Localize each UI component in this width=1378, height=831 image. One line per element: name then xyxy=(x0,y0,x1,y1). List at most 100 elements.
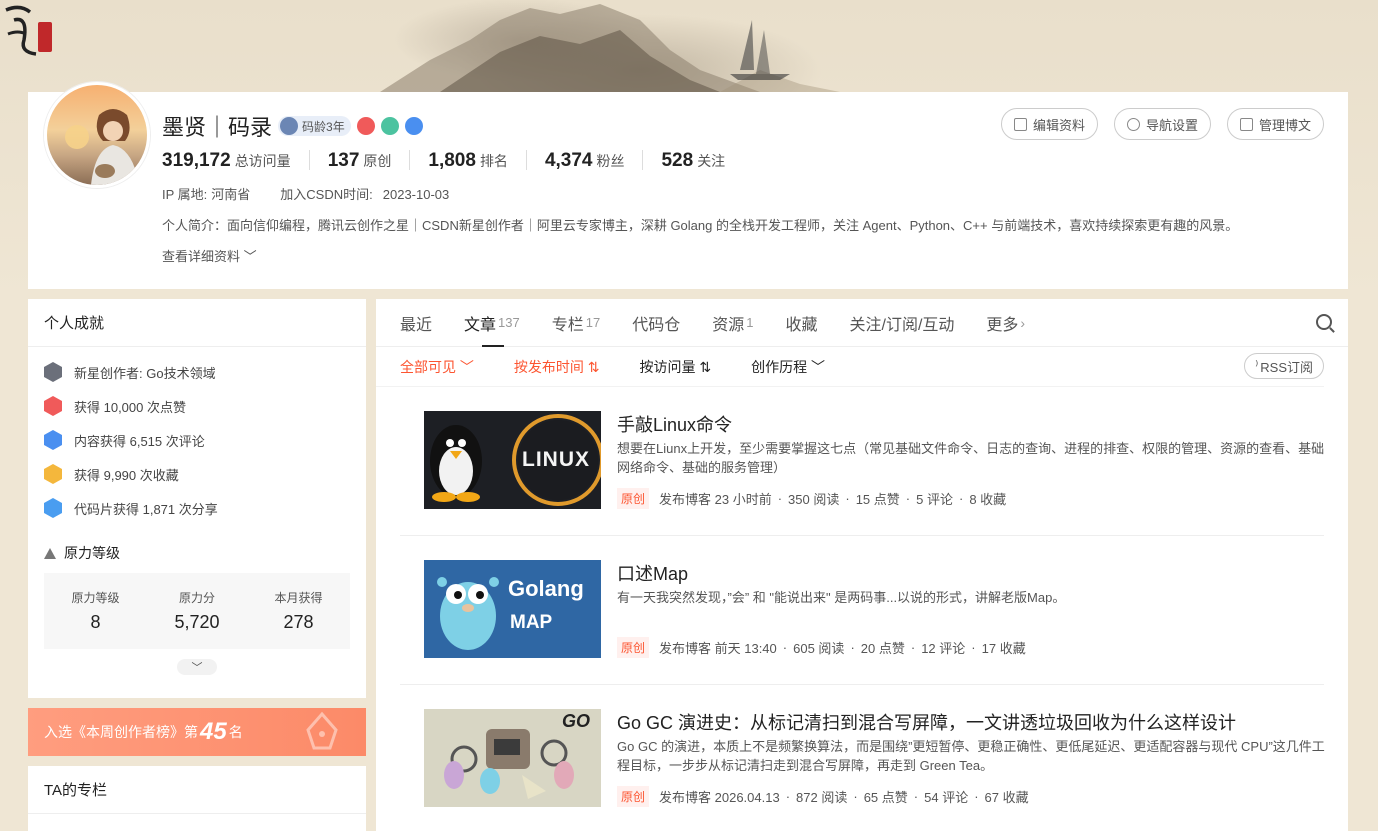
level-stat-value: 278 xyxy=(283,612,314,632)
tab-label: 最近 xyxy=(400,316,433,334)
separator: · xyxy=(971,640,976,655)
sort-by-time[interactable]: 按发布时间 ⇅ xyxy=(514,357,600,377)
tab-label: 代码仓 xyxy=(632,316,681,334)
tab-articles[interactable]: 文章 137 xyxy=(464,299,520,347)
expand-button[interactable]: ﹀ xyxy=(177,659,217,675)
stat-num: 528 xyxy=(661,150,694,171)
rss-subscribe-button[interactable]: ⁾ RSS订阅 xyxy=(1244,353,1324,379)
article-item[interactable]: Golang MAP 口述Map 有一天我突然发现，”会” 和 "能说出来" 是… xyxy=(400,536,1324,685)
favorite-count: 8 收藏 xyxy=(969,492,1007,507)
tab-code-repo[interactable]: 代码仓 xyxy=(632,299,680,347)
coding-age-badge[interactable]: 码龄3年 xyxy=(278,116,351,136)
ip-location: IP 属地: 河南省 xyxy=(162,184,250,203)
view-count: 872 阅读 xyxy=(796,790,848,805)
tab-recent[interactable]: 最近 xyxy=(400,299,432,347)
tab-label: 资源 xyxy=(712,316,745,334)
achievement-item: 新星创作者: Go技术领域 xyxy=(44,355,350,389)
stat-visits[interactable]: 319,172 总访问量 xyxy=(162,150,309,171)
search-icon[interactable] xyxy=(1316,314,1332,330)
tab-resources[interactable]: 资源 1 xyxy=(712,299,753,347)
manage-posts-button[interactable]: 管理博文 xyxy=(1226,108,1324,140)
article-desc: 想要在Liunx上开发，至少需要掌握这七点（常见基础文件命令、日志的查询、进程的… xyxy=(617,441,1325,475)
tab-label: 更多 xyxy=(986,316,1019,334)
separator: · xyxy=(785,789,791,804)
article-thumbnail[interactable]: Golang MAP xyxy=(424,560,601,658)
level-stat-value: 8 xyxy=(90,612,101,632)
tab-favorites[interactable]: 收藏 xyxy=(785,299,817,347)
columns-card: TA的专栏 xyxy=(28,766,366,831)
tab-count: 1 xyxy=(746,315,754,330)
stat-label: 原创 xyxy=(363,153,392,169)
tab-label: 专栏 xyxy=(551,316,584,334)
coding-age-label: 码龄3年 xyxy=(302,119,345,134)
stat-following[interactable]: 528 关注 xyxy=(642,150,743,171)
tab-label: 文章 xyxy=(464,316,497,334)
stat-label: 排名 xyxy=(479,153,508,169)
achievement-text: 获得 10,000 次点赞 xyxy=(74,399,186,415)
article-item[interactable]: LINUX 手敲Linux命令 想要在Liunx上开发，至少需要掌握这七点（常见… xyxy=(400,387,1324,536)
view-details-label: 查看详细资料 xyxy=(162,249,241,264)
columns-title: TA的专栏 xyxy=(28,766,366,814)
rank-number: 45 xyxy=(200,718,227,745)
comment-count: 54 评论 xyxy=(924,790,969,805)
achievement-item: 代码片获得 1,871 次分享 xyxy=(44,491,350,525)
favorite-icon xyxy=(44,464,62,484)
profile-stats: 319,172 总访问量 137 原创 1,808 排名 4,374 粉丝 528 关注 xyxy=(162,150,743,171)
like-badge-icon[interactable] xyxy=(356,117,375,135)
tab-more[interactable]: 更多 › xyxy=(986,299,1025,347)
edit-profile-button[interactable]: 编辑资料 xyxy=(1000,108,1098,140)
creation-history[interactable]: 创作历程 ﹀ xyxy=(751,357,825,377)
view-details-link[interactable]: 查看详细资料 ﹀ xyxy=(162,246,257,265)
article-item[interactable]: GO Go GC 演进史：从标记清扫到混合写屏障，一文讲透垃圾回收为什么这样设计… xyxy=(400,685,1325,831)
join-date: 加入CSDN时间: 2023-10-03 xyxy=(280,184,449,203)
achievement-text: 新星创作者: Go技术领域 xyxy=(74,365,216,381)
profile-actions: 编辑资料 导航设置 管理博文 xyxy=(1000,108,1324,140)
publish-time: 发布博客 2026.04.13 xyxy=(659,790,780,805)
tab-count: 17 xyxy=(585,315,601,330)
main-content: 最近 文章 137 专栏 17 代码仓 资源 1 收藏 关注/订阅/互动 更多 › 全部… xyxy=(376,299,1348,831)
like-icon xyxy=(44,396,62,416)
stat-num: 1,808 xyxy=(428,150,476,171)
seal-calligraphy-icon xyxy=(5,5,52,56)
tab-columns[interactable]: 专栏 17 xyxy=(552,299,600,347)
community-badge-icon[interactable] xyxy=(380,117,399,135)
content-tabs: 最近 文章 137 专栏 17 代码仓 资源 1 收藏 关注/订阅/互动 更多 › xyxy=(376,299,1348,347)
profile-name: 墨贤｜码录 xyxy=(162,115,273,140)
visibility-filter[interactable]: 全部可见 ﹀ xyxy=(400,357,474,377)
sort-by-views[interactable]: 按访问量 ⇅ xyxy=(640,357,712,377)
level-stat-label: 原力等级 xyxy=(71,591,120,605)
level-stat-value: 5,720 xyxy=(174,612,220,632)
visibility-label: 全部可见 xyxy=(400,358,456,375)
comment-icon xyxy=(44,430,62,450)
article-thumbnail[interactable]: LINUX xyxy=(424,411,601,509)
weekly-rank-banner[interactable]: 入选《本周创作者榜》第 45 名 xyxy=(28,708,366,756)
achievements-card: 个人成就 新星创作者: Go技术领域 获得 10,000 次点赞 内容获得 6,… xyxy=(28,299,366,698)
stat-num: 4,374 xyxy=(544,150,593,171)
achievement-item: 内容获得 6,515 次评论 xyxy=(44,423,350,457)
chevron-down-icon: ﹀ xyxy=(807,358,826,375)
separator: · xyxy=(853,789,858,804)
nav-settings-button[interactable]: 导航设置 xyxy=(1113,108,1211,140)
manage-posts-label: 管理博文 xyxy=(1258,117,1311,133)
original-tag: 原创 xyxy=(617,786,650,807)
separator: · xyxy=(905,491,911,506)
avatar[interactable] xyxy=(44,82,150,188)
stat-fans[interactable]: 4,374 粉丝 xyxy=(525,150,643,171)
rss-icon: ⁾ xyxy=(1255,358,1259,373)
tab-count: 137 xyxy=(498,315,520,330)
article-thumbnail[interactable]: GO xyxy=(424,709,601,807)
rank-suffix: 名 xyxy=(228,724,243,740)
star-creator-icon xyxy=(44,362,62,382)
chevron-right-icon: › xyxy=(1020,314,1026,331)
stat-original[interactable]: 137 原创 xyxy=(308,150,410,171)
tab-follow[interactable]: 关注/订阅/互动 xyxy=(850,299,955,347)
stat-num: 319,172 xyxy=(162,150,231,171)
force-level-header: 原力等级 xyxy=(44,543,350,563)
gender-badge-icon[interactable] xyxy=(404,117,423,135)
article-title[interactable]: 口述Map xyxy=(617,560,688,586)
stat-rank[interactable]: 1,808 排名 xyxy=(409,150,526,171)
article-title[interactable]: Go GC 演进史：从标记清扫到混合写屏障，一文讲透垃圾回收为什么这样设计 xyxy=(617,709,1236,735)
article-title[interactable]: 手敲Linux命令 xyxy=(617,411,732,437)
join-label: 加入CSDN时间: xyxy=(280,187,373,202)
join-value: 2023-10-03 xyxy=(382,187,450,202)
